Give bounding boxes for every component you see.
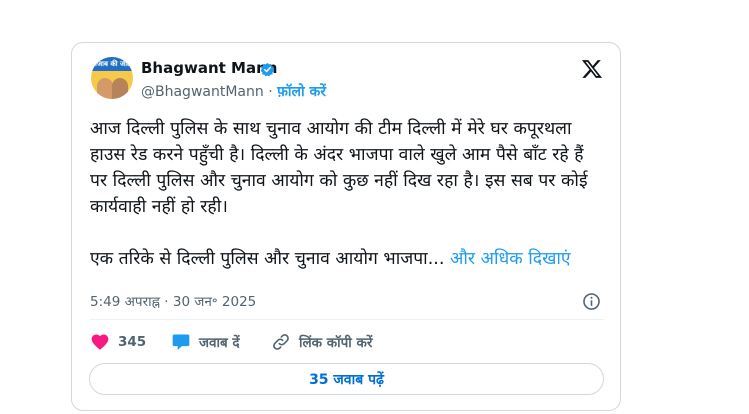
avatar[interactable]: पंजाब की जीत xyxy=(91,57,133,99)
author-handle-line: @BhagwantMann · फ़ॉलो करें xyxy=(141,82,326,101)
tweet-paragraph-1: आज दिल्ली पुलिस के साथ चुनाव आयोग की टीम… xyxy=(90,119,594,217)
tweet-paragraph-2: एक तरिके से दिल्ली पुलिस और चुनाव आयोग भ… xyxy=(90,249,445,269)
author-display-name[interactable]: Bhagwant Mann xyxy=(141,59,277,77)
info-icon[interactable] xyxy=(582,292,601,311)
tweet-timestamp[interactable]: 5:49 अपराह्न · 30 जन॰ 2025 xyxy=(90,292,256,310)
verified-badge-icon xyxy=(260,62,275,77)
speech-bubble-icon xyxy=(172,334,190,350)
like-count: 345 xyxy=(118,334,147,350)
copy-link-button[interactable]: लिंक कॉपी करें xyxy=(271,331,372,353)
read-replies-button[interactable]: 35 जवाब पढ़ें xyxy=(89,363,604,395)
handle-separator: · xyxy=(268,84,273,100)
reply-label: जवाब दें xyxy=(199,335,240,351)
author-handle[interactable]: @BhagwantMann xyxy=(141,84,264,100)
link-icon xyxy=(273,334,289,350)
tweet-embed-card: पंजाब की जीत Bhagwant Mann @BhagwantMann… xyxy=(71,42,621,411)
avatar-figure-left xyxy=(97,78,113,99)
like-button[interactable]: 345 xyxy=(90,331,146,353)
tweet-text: आज दिल्ली पुलिस के साथ चुनाव आयोग की टीम… xyxy=(90,116,605,272)
reply-button[interactable]: जवाब दें xyxy=(171,331,240,353)
x-logo-icon[interactable] xyxy=(581,58,603,80)
avatar-banner-text: पंजाब की जीत xyxy=(91,57,133,71)
divider xyxy=(90,319,604,320)
show-more-link[interactable]: और अधिक दिखाएं xyxy=(450,249,571,269)
follow-link[interactable]: फ़ॉलो करें xyxy=(277,84,326,100)
copy-link-label: लिंक कॉपी करें xyxy=(299,335,373,351)
heart-icon xyxy=(91,334,109,350)
avatar-figure-right xyxy=(112,78,128,99)
